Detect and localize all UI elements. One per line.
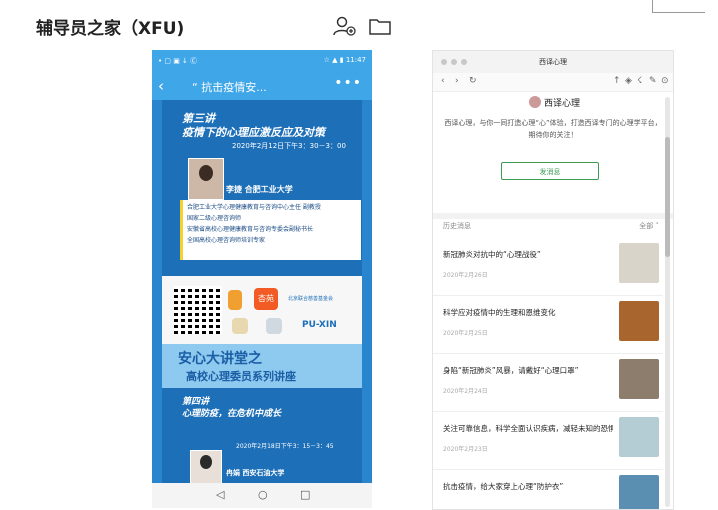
window-titlebar: 西译心理 [433,51,673,73]
sponsor-logo-icon [266,318,282,334]
account-description: 西译心理，与你一同打造心理“心”体验，打造西译专门的心理学平台，期待你的关注！ [444,119,662,139]
add-contact-icon[interactable] [332,14,356,38]
qr-code [174,286,222,334]
series-title: 安心大讲堂之 [178,351,262,367]
article-title: 新冠肺炎对抗中的“心理战役” [443,250,541,259]
recents-nav-icon[interactable]: □ [300,488,310,501]
speaker-bio: 合肥工业大学心理健康教育与咨询中心主任 副教授 国家二级心理咨询师 安徽省高校心… [180,200,361,260]
section-divider [433,213,673,219]
poster-lecture-4: 安心大讲堂之 高校心理委员系列讲座 第四讲 心理防疫，在危机中成长 2020年2… [162,344,362,483]
lecture-title: 心理防疫，在危机中成长 [182,409,282,419]
foundation-logo: 北京联合慈善基金会 [288,296,334,302]
app-header: 辅导员之家（XFU) [0,0,400,52]
article-date: 2020年2月23日 [443,446,488,453]
send-message-button[interactable]: 发消息 [501,162,599,180]
history-filter-dropdown[interactable]: 全部 ˅ [639,221,659,231]
speaker-photo [188,158,224,200]
page-title: 辅导员之家（XFU) [36,19,185,39]
poster-lecture-3: 第三讲 疫情下的心理应激反应及对策 2020年2月12日下午3：30－3：00 … [162,100,362,276]
home-nav-icon[interactable]: ○ [258,488,268,501]
status-icons-left: • ▢ ▣ ↓ Ⓒ [158,57,198,65]
browser-toolbar: ‹ › ↻ ↑ ◈ ☇ ✎ ⊙ [433,73,673,92]
article-date: 2020年2月24日 [443,388,488,395]
forward-icon[interactable]: › [455,76,459,86]
article-title: 科学应对疫情中的生理和恩维变化 [443,308,556,317]
article-item[interactable]: 新冠肺炎对抗中的“心理战役” 2020年2月26日 [433,237,663,296]
phone-nav-buttons: ◁ ○ □ [152,483,372,508]
account-window: 西译心理 ‹ › ↻ ↑ ◈ ☇ ✎ ⊙ 西译心理 西译心理，与你一同打造心理“… [432,50,674,510]
article-title: 身陷“新冠肺炎”风暴，请戴好“心理口罩” [443,366,579,375]
article-thumbnail [619,359,659,399]
phone-status-bar: • ▢ ▣ ↓ Ⓒ ☆ ▲ ▮ 11:47 [152,50,372,72]
history-label: 历史消息 [443,222,471,230]
puxin-logo: PU-XIN [302,320,337,330]
article-date: 2020年2月25日 [443,330,488,337]
back-nav-icon[interactable]: ◁ [216,488,224,501]
bio-line: 全国高校心理咨询师培训专家 [187,237,266,244]
more-icon[interactable]: ••• [334,75,362,91]
back-icon[interactable]: ‹ [158,77,164,95]
pin-icon[interactable]: ☇ [637,76,642,86]
window-title: 西译心理 [539,58,567,66]
sponsor-logo-icon [228,290,242,310]
account-name: 西译心理 [544,99,581,109]
bio-line: 安徽省高校心理健康教育与咨询专委会副秘书长 [187,226,314,233]
article-title: 关注可靠信息，科学全面认识疾病，减轻未知的恐惧 [443,424,613,433]
article-date: 2020年2月26日 [443,272,488,279]
lecture-date: 2020年2月18日下午3：15－3：45 [236,443,334,450]
back-icon[interactable]: ‹ [441,76,445,86]
article-thumbnail [619,475,659,509]
article-item[interactable]: 抗击疫情，给大家穿上心理“防护衣” [433,469,663,509]
folder-icon[interactable] [368,14,392,38]
sponsor-logo-icon [232,318,248,334]
article-item[interactable]: 身陷“新冠肺炎”风暴，请戴好“心理口罩” 2020年2月24日 [433,353,663,412]
speaker-name: 李捷 合肥工业大学 [226,185,293,194]
xingyuan-logo: 杏苑 [254,288,278,310]
lecture-date: 2020年2月12日下午3：30－3：00 [232,142,346,150]
article-thumbnail [619,243,659,283]
sponsor-logos: 杏苑 北京联合慈善基金会 PU-XIN [162,276,362,344]
article-title: “ 抗击疫情安... [192,81,267,94]
article-item[interactable]: 科学应对疫情中的生理和恩维变化 2020年2月25日 [433,295,663,354]
bio-line: 国家二级心理咨询师 [187,215,242,222]
article-thumbnail [619,301,659,341]
window-edge-line [652,0,705,13]
share-icon[interactable]: ↑ [613,76,621,86]
scrollbar[interactable] [665,97,670,507]
article-title: 抗击疫情，给大家穿上心理“防护衣” [443,482,564,491]
article-item[interactable]: 关注可靠信息，科学全面认识疾病，减轻未知的恐惧 2020年2月23日 [433,411,663,470]
lecture-poster: 第三讲 疫情下的心理应激反应及对策 2020年2月12日下午3：30－3：00 … [162,100,362,483]
status-icons-right: ☆ ▲ ▮ 11:47 [323,56,366,64]
refresh-icon[interactable]: ↻ [469,76,477,86]
lecture-series-banner: 安心大讲堂之 高校心理委员系列讲座 [162,344,362,388]
compass-icon[interactable]: ⊙ [661,76,669,86]
series-subtitle: 高校心理委员系列讲座 [186,370,296,383]
article-thumbnail [619,417,659,457]
speaker-name: 冉娟 西安石油大学 [226,469,285,477]
lecture-title: 疫情下的心理应激反应及对策 [182,126,325,139]
speaker-photo [190,450,222,483]
bio-line: 合肥工业大学心理健康教育与咨询中心主任 副教授 [187,204,321,211]
avatar [529,96,541,108]
cube-icon[interactable]: ◈ [625,76,632,86]
edit-icon[interactable]: ✎ [649,76,657,86]
phone-screenshot: • ▢ ▣ ↓ Ⓒ ☆ ▲ ▮ 11:47 ‹ “ 抗击疫情安... ••• 第… [152,50,372,508]
phone-nav-bar: ‹ “ 抗击疫情安... ••• [152,72,372,100]
